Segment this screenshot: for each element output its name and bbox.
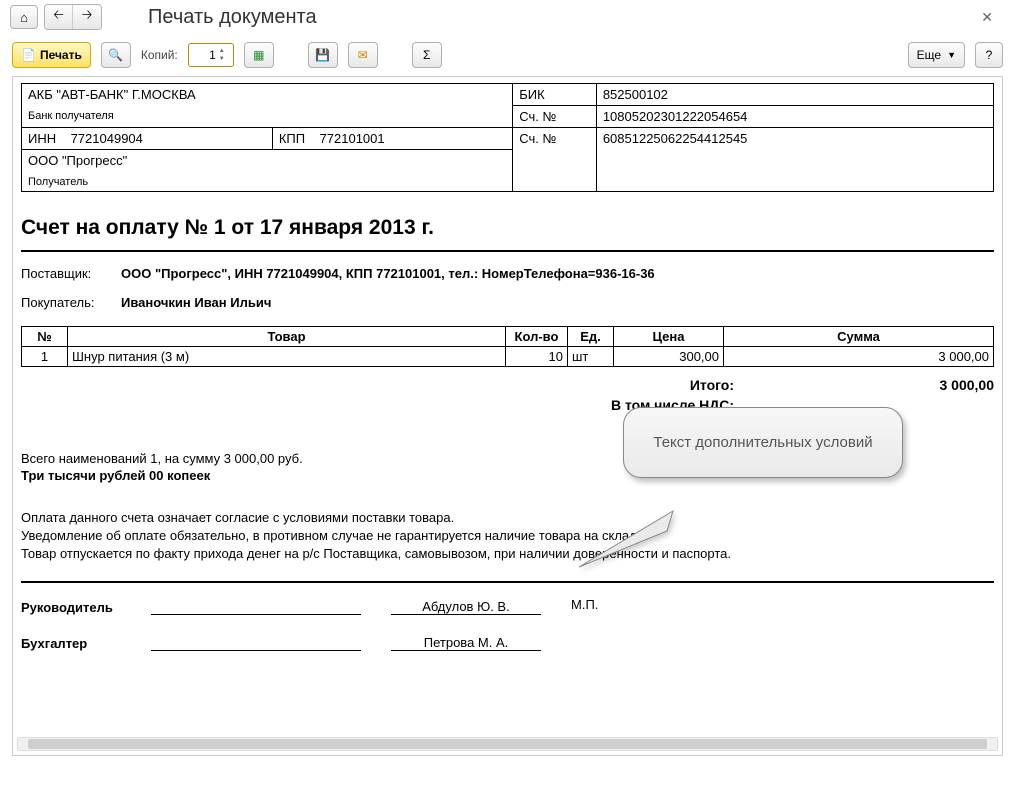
copies-spinner[interactable]: ▲▼ bbox=[219, 47, 231, 63]
toolbar: 📄 Печать 🔍 Копий: ▲▼ ▦ 💾 ✉ Σ Еще ▼ ? bbox=[0, 34, 1015, 76]
recipient-acct-value: 60851225062254412545 bbox=[596, 128, 993, 192]
condition-line: Оплата данного счета означает согласие с… bbox=[21, 509, 994, 527]
bik-value: 852500102 bbox=[596, 84, 993, 106]
home-button[interactable]: ⌂ bbox=[10, 5, 38, 29]
director-sign-line bbox=[151, 614, 361, 615]
kpp-value: 772101001 bbox=[320, 131, 385, 146]
signatures-divider bbox=[21, 581, 994, 583]
items-table: № Товар Кол-во Ед. Цена Сумма 1 Шнур пит… bbox=[21, 326, 994, 367]
director-label: Руководитель bbox=[21, 600, 151, 615]
table-row: 1 Шнур питания (3 м) 10 шт 300,00 3 000,… bbox=[22, 347, 994, 367]
template-button[interactable]: ▦ bbox=[244, 42, 274, 68]
supplier-label: Поставщик: bbox=[21, 266, 121, 281]
condition-line: Уведомление об оплате обязательно, в про… bbox=[21, 527, 994, 545]
buyer-value: Иваночкин Иван Ильич bbox=[121, 295, 271, 310]
bank-details-table: АКБ "АВТ-БАНК" Г.МОСКВА Банк получателя … bbox=[21, 83, 994, 192]
accountant-name: Петрова М. А. bbox=[391, 635, 541, 651]
org-name: ООО "Прогресс" bbox=[28, 153, 506, 168]
accountant-sign-line bbox=[151, 650, 361, 651]
more-menu-button[interactable]: Еще ▼ bbox=[908, 42, 965, 68]
forward-button[interactable]: 🡢 bbox=[73, 5, 101, 29]
buyer-label: Покупатель: bbox=[21, 295, 121, 310]
bank-name: АКБ "АВТ-БАНК" Г.МОСКВА bbox=[28, 87, 506, 102]
supplier-value: ООО "Прогресс", ИНН 7721049904, КПП 7721… bbox=[121, 266, 655, 281]
copies-label: Копий: bbox=[141, 48, 178, 62]
callout-tail-icon bbox=[573, 507, 693, 587]
help-button[interactable]: ? bbox=[975, 42, 1003, 68]
kpp-label: КПП bbox=[279, 131, 305, 146]
horizontal-scrollbar[interactable] bbox=[17, 737, 998, 751]
itogo-value: 3 000,00 bbox=[734, 377, 994, 393]
recipient-label: Получатель bbox=[28, 176, 506, 188]
window-title: Печать документа bbox=[148, 6, 317, 29]
floppy-icon: 💾 bbox=[315, 48, 330, 62]
accountant-label: Бухгалтер bbox=[21, 636, 151, 651]
director-name: Абдулов Ю. В. bbox=[391, 599, 541, 615]
document-title: Счет на оплату № 1 от 17 января 2013 г. bbox=[21, 216, 994, 240]
itogo-label: Итого: bbox=[474, 377, 734, 393]
email-button[interactable]: ✉ bbox=[348, 42, 378, 68]
conditions-block: Оплата данного счета означает согласие с… bbox=[21, 509, 994, 563]
stamp-label: М.П. bbox=[571, 597, 598, 612]
back-button[interactable]: 🡠 bbox=[45, 5, 73, 29]
bank-recipient-label: Банк получателя bbox=[28, 110, 506, 122]
save-button[interactable]: 💾 bbox=[308, 42, 338, 68]
inn-label: ИНН bbox=[28, 131, 56, 146]
bank-acct-value: 10805202301222054654 bbox=[596, 106, 993, 128]
condition-line: Товар отпускается по факту прихода денег… bbox=[21, 545, 994, 563]
copies-field[interactable]: ▲▼ bbox=[188, 43, 234, 67]
director-signature-row: Руководитель Абдулов Ю. В. М.П. bbox=[21, 597, 994, 615]
print-icon: 📄 bbox=[21, 48, 36, 62]
copies-input[interactable] bbox=[189, 47, 219, 63]
print-button[interactable]: 📄 Печать bbox=[12, 42, 91, 68]
sum-button[interactable]: Σ bbox=[412, 42, 442, 68]
preview-icon: 🔍 bbox=[108, 48, 123, 62]
chevron-down-icon: ▼ bbox=[947, 50, 956, 60]
inn-value: 7721049904 bbox=[71, 131, 143, 146]
preview-button[interactable]: 🔍 bbox=[101, 42, 131, 68]
bank-acct-label: Сч. № bbox=[513, 106, 597, 128]
grid-plus-icon: ▦ bbox=[253, 48, 264, 62]
document-area: АКБ "АВТ-БАНК" Г.МОСКВА Банк получателя … bbox=[12, 76, 1003, 756]
items-header-row: № Товар Кол-во Ед. Цена Сумма bbox=[22, 327, 994, 347]
recipient-acct-label: Сч. № bbox=[513, 128, 597, 192]
sigma-icon: Σ bbox=[423, 48, 430, 62]
callout-annotation: Текст дополнительных условий bbox=[623, 407, 903, 478]
title-divider bbox=[21, 250, 994, 252]
close-button[interactable]: ✕ bbox=[981, 9, 993, 26]
envelope-icon: ✉ bbox=[358, 48, 368, 62]
bik-label: БИК bbox=[513, 84, 597, 106]
window-header: ⌂ 🡠 🡢 Печать документа ✕ bbox=[0, 0, 1015, 34]
scrollbar-thumb[interactable] bbox=[28, 739, 987, 749]
accountant-signature-row: Бухгалтер Петрова М. А. bbox=[21, 635, 994, 651]
